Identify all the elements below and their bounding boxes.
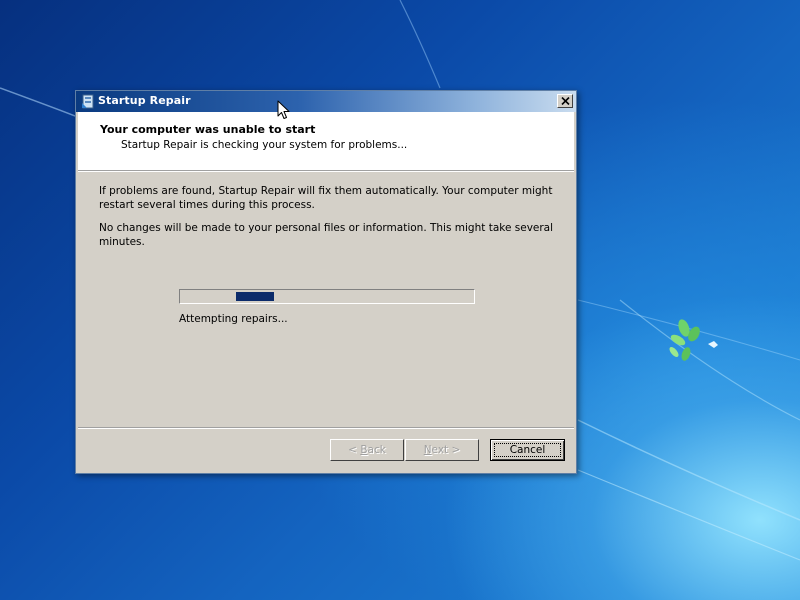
header-divider: [78, 171, 574, 172]
startup-repair-dialog: Startup Repair Your computer was unable …: [75, 90, 577, 474]
header-title: Your computer was unable to start: [100, 123, 316, 136]
progress-status-text: Attempting repairs...: [179, 313, 288, 325]
cancel-button-label: Cancel: [509, 444, 546, 456]
header-subtitle: Startup Repair is checking your system f…: [121, 139, 408, 151]
next-button[interactable]: Next >: [405, 439, 479, 461]
progress-marquee-chunk: [236, 292, 274, 301]
progress-bar: [179, 289, 475, 304]
cancel-button[interactable]: Cancel: [490, 439, 565, 461]
close-icon: [560, 97, 570, 105]
back-button[interactable]: < Back: [330, 439, 404, 461]
close-button[interactable]: [557, 94, 573, 108]
footer-divider: [78, 427, 574, 429]
info-paragraph-restart: If problems are found, Startup Repair wi…: [99, 185, 553, 211]
startup-repair-icon: [82, 94, 94, 109]
window-title: Startup Repair: [98, 94, 191, 107]
dialog-header: Your computer was unable to start Startu…: [78, 112, 574, 171]
info-paragraph-files: No changes will be made to your personal…: [99, 222, 554, 248]
mouse-cursor-icon: [277, 100, 290, 119]
title-bar[interactable]: Startup Repair: [76, 91, 576, 112]
